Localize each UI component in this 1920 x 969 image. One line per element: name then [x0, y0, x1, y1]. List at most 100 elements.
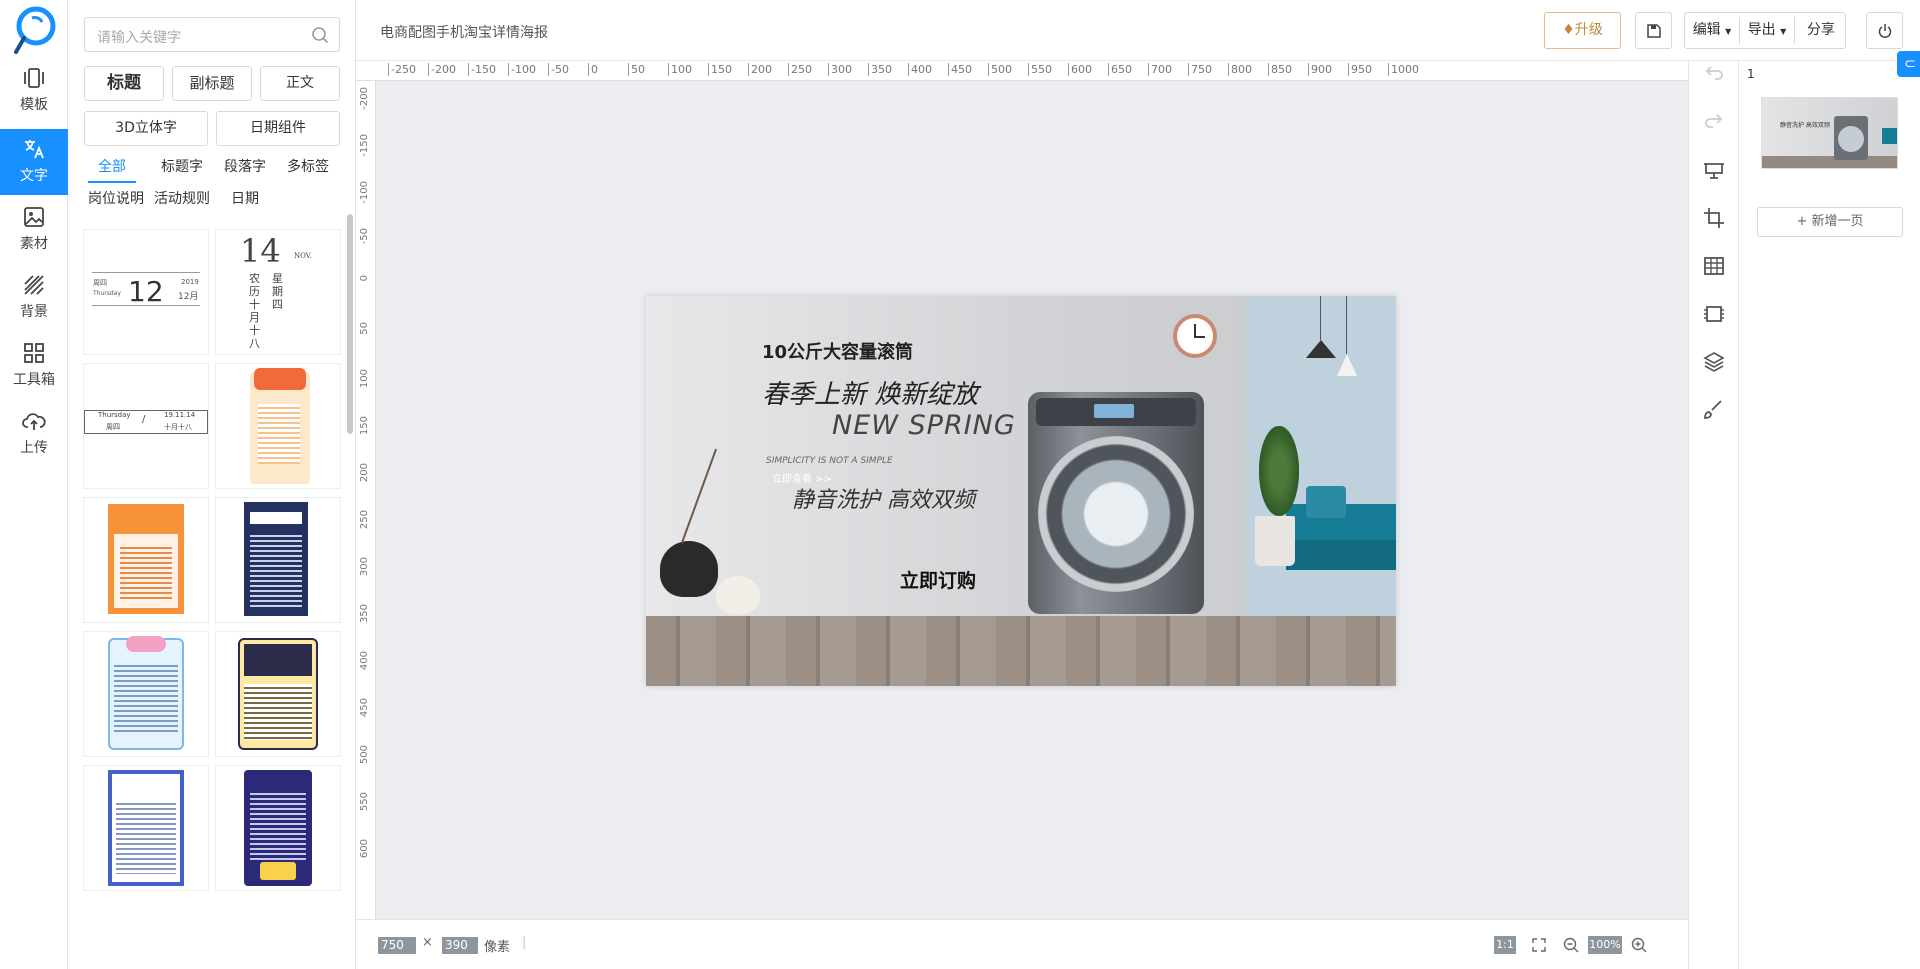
document-title[interactable]: 电商配图手机淘宝详情海报	[380, 22, 548, 42]
save-button[interactable]	[1635, 12, 1672, 49]
3d-text-button[interactable]: 3D立体字	[84, 111, 208, 146]
body-text-button[interactable]: 正文	[260, 66, 340, 101]
share-button[interactable]: 分享	[1795, 13, 1847, 48]
brush-icon[interactable]	[1701, 397, 1727, 423]
redo-icon[interactable]	[1701, 109, 1727, 135]
rules-template-orange[interactable]	[216, 364, 340, 488]
rail-item-toolbox[interactable]: 工具箱	[0, 333, 68, 399]
tab-all[interactable]: 全部	[88, 156, 136, 183]
rail-item-background[interactable]: 背景	[0, 265, 68, 331]
ruler-tick-label: 550	[359, 792, 370, 812]
zoom-level[interactable]: 100%	[1588, 936, 1622, 954]
tool-column	[1688, 61, 1738, 969]
poster-cta[interactable]: 立即订购	[900, 566, 976, 593]
canvas-area[interactable]: -250 -200 -150 -100 -50 0 50 100 150 200 250 300 350…	[356, 61, 1688, 919]
pages-panel: 1 ⊂ 静音洗护 高效双频 + 新增一页	[1738, 51, 1920, 969]
search-input[interactable]: 请输入关键字	[84, 17, 340, 52]
rail-item-material[interactable]: 素材	[0, 197, 68, 263]
caret-down-icon: ▼	[1780, 27, 1787, 36]
rules-template-orange-dots[interactable]	[84, 498, 208, 622]
tab-activity-rules[interactable]: 活动规则	[154, 188, 210, 208]
filmstrip-icon[interactable]	[1701, 301, 1727, 327]
ruler-tick-label: 600	[359, 839, 370, 859]
poster-headline[interactable]: 10公斤大容量滚筒	[762, 338, 913, 364]
pendant-lamp	[1306, 340, 1336, 358]
tab-title-text[interactable]: 标题字	[161, 156, 203, 176]
rules-template-purple[interactable]	[216, 766, 340, 890]
ruler-tick-label: -200	[428, 63, 456, 76]
ratio-button[interactable]: 1:1	[1494, 936, 1516, 954]
ruler-tick-label: 850	[1268, 63, 1292, 76]
undo-icon[interactable]	[1701, 61, 1727, 87]
add-page-button[interactable]: + 新增一页	[1757, 207, 1903, 237]
upgrade-button[interactable]: ♦升级	[1544, 12, 1621, 49]
ruler-tick-label: 300	[359, 557, 370, 577]
rules-template-white-blue[interactable]	[84, 766, 208, 890]
search-placeholder: 请输入关键字	[97, 30, 181, 46]
rules-template-yellow[interactable]	[216, 632, 340, 756]
export-menu[interactable]: 导出 ▼	[1740, 13, 1794, 49]
ruler-tick-label: 800	[1228, 63, 1252, 76]
rules-template-navy[interactable]	[216, 498, 340, 622]
date1-day: 12	[128, 275, 164, 308]
ruler-tick-label: 50	[359, 322, 370, 335]
edit-menu[interactable]: 编辑 ▼	[1685, 13, 1739, 49]
crop-icon[interactable]	[1701, 205, 1727, 231]
subheading-button[interactable]: 副标题	[172, 66, 252, 101]
page-thumbnail[interactable]: 静音洗护 高效双频	[1761, 97, 1898, 169]
date-template-1[interactable]: 周四 Thursday 12 2019 12月	[84, 230, 208, 354]
ruler-tick-label: 500	[359, 745, 370, 765]
translate-text-icon	[25, 140, 44, 159]
rail-item-text[interactable]: 文字	[0, 129, 68, 195]
tab-multi-tag[interactable]: 多标签	[287, 156, 329, 176]
date1-weekday-en: Thursday	[93, 290, 121, 297]
date2-weekday: 星期四	[272, 272, 283, 311]
pendant-lamp	[1337, 354, 1357, 376]
tab-paragraph[interactable]: 段落字	[224, 156, 266, 176]
poster-slogan-3[interactable]: 静音洗护 高效双频	[792, 482, 975, 514]
rail-item-upload[interactable]: 上传	[0, 401, 68, 467]
export-label: 导出	[1747, 22, 1776, 38]
ruler-tick-label: 400	[908, 63, 932, 76]
zoom-in-icon[interactable]	[1631, 937, 1647, 953]
layers-icon[interactable]	[1701, 349, 1727, 375]
date-component-button[interactable]: 日期组件	[216, 111, 340, 146]
presentation-icon[interactable]	[1701, 157, 1727, 183]
canvas-width-input[interactable]: 750	[378, 937, 416, 954]
image-icon	[24, 207, 44, 227]
date-template-3[interactable]: Thursday 周四 / 19.11.14 十月十八	[84, 364, 208, 488]
ruler-tick-label: 200	[748, 63, 772, 76]
phone-template-icon	[24, 68, 44, 88]
bottom-bar: 750 × 390 像素 | 1:1 100%	[356, 919, 1688, 969]
poster-small-en[interactable]: SIMPLICITY IS NOT A SIMPLE	[766, 456, 893, 466]
ruler-tick-label: -100	[508, 63, 536, 76]
rail-label-text: 文字	[20, 168, 48, 184]
app-logo[interactable]	[10, 4, 58, 56]
fullscreen-icon[interactable]	[1532, 938, 1546, 952]
date2-day: 14	[240, 232, 281, 270]
poster-slogan-1[interactable]: 春季上新 焕新绽放	[762, 374, 978, 411]
rules-template-blue[interactable]	[84, 632, 208, 756]
heading-button[interactable]: 标题	[84, 66, 164, 101]
panel-scrollbar[interactable]	[347, 214, 353, 434]
search-icon[interactable]	[311, 26, 329, 44]
save-icon	[1646, 24, 1661, 38]
poster-canvas[interactable]: 10公斤大容量滚筒 春季上新 焕新绽放 NEW SPRING SIMPLICIT…	[646, 296, 1396, 686]
date2-month-en: NOV.	[294, 252, 312, 260]
float-badge[interactable]: ⊂	[1897, 51, 1920, 77]
tab-job-desc[interactable]: 岗位说明	[88, 188, 144, 208]
ruler-tick-label: 0	[588, 63, 598, 76]
poster-slogan-2[interactable]: NEW SPRING	[832, 410, 1016, 441]
ruler-tick-label: 100	[359, 369, 370, 389]
ruler-tick-label: 0	[359, 275, 370, 282]
rail-label-material: 素材	[20, 236, 48, 252]
date-template-2[interactable]: 14 NOV. 农历十月十八 星期四	[216, 230, 340, 354]
date3-weekday: 周四	[106, 423, 120, 431]
zoom-out-icon[interactable]	[1563, 937, 1579, 953]
ruler-tick-label: -200	[359, 87, 370, 110]
table-icon[interactable]	[1701, 253, 1727, 279]
tab-date[interactable]: 日期	[231, 188, 259, 208]
power-button[interactable]	[1866, 12, 1903, 49]
canvas-height-input[interactable]: 390	[442, 937, 478, 954]
rail-item-template[interactable]: 模板	[0, 58, 68, 124]
